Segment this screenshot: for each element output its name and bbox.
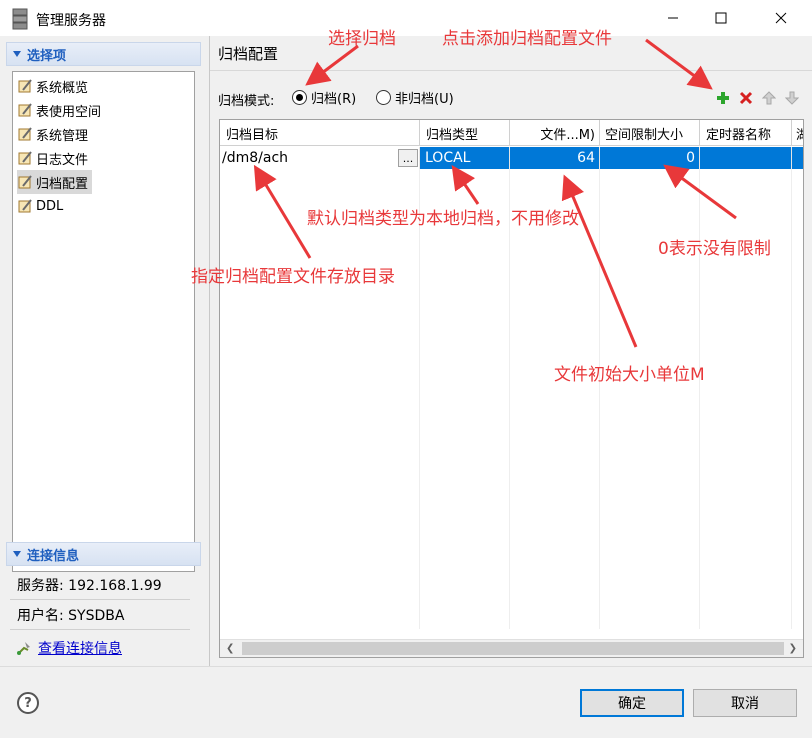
cell-file-size[interactable]: 64 [510,147,600,169]
options-section-header[interactable]: 选择项 [6,42,201,66]
minimize-icon [668,17,678,19]
page-title: 归档配置 [218,45,279,63]
cell-type[interactable]: LOCAL [420,147,510,169]
maximize-button[interactable] [698,0,744,36]
sidebar-item-overview[interactable]: 系统概览 [17,74,92,98]
user-info: 用户名: SYSDBA [10,600,190,630]
move-up-button[interactable] [760,89,778,107]
ok-button[interactable]: 确定 [580,689,684,717]
annotation-zero-no-limit: 0表示没有限制 [658,239,771,259]
cancel-button[interactable]: 取消 [693,689,797,717]
radio-unchecked-icon [376,90,391,105]
view-connection-link[interactable]: 查看连接信息 [38,638,122,658]
grid-line [599,169,600,629]
connection-icon [17,642,30,655]
options-list: 系统概览 表使用空间 系统管理 日志文件 归档配置 DDL [12,71,195,572]
sidebar-item-label: 归档配置 [36,176,89,192]
cell-timer[interactable] [700,147,792,169]
connection-section-header[interactable]: 连接信息 [6,542,201,566]
radio-archive[interactable]: 归档(R) [292,88,356,107]
dest-value: /dm8/ach [222,150,289,166]
collapse-triangle-icon [13,551,21,557]
browse-button[interactable]: ... [398,149,418,167]
edit-doc-icon [18,127,32,141]
arrow-down-icon [785,91,799,105]
column-header-extra[interactable]: 湖 [792,120,803,146]
grid-line [791,169,792,629]
title-bar: 管理服务器 [0,0,812,36]
sidebar-item-ddl[interactable]: DDL [17,194,67,218]
radio-checked-icon [292,90,307,105]
sidebar-item-log-files[interactable]: 日志文件 [17,146,92,170]
server-info: 服务器: 192.168.1.99 [10,570,190,600]
column-header-file-size[interactable]: 文件...M) [510,120,600,146]
edit-doc-icon [18,151,32,165]
collapse-triangle-icon [13,51,21,57]
maximize-icon [715,12,727,24]
scroll-thumb[interactable] [242,642,784,655]
column-header-type[interactable]: 归档类型 [420,120,510,146]
edit-doc-icon [18,199,32,213]
sidebar-item-archive-config[interactable]: 归档配置 [17,170,93,194]
dialog-footer: ? 确定 取消 [0,667,812,738]
delete-button[interactable] [737,89,755,107]
sidebar-item-label: 系统管理 [36,128,89,144]
column-header-timer[interactable]: 定时器名称 [700,120,792,146]
panel-divider [209,36,210,666]
add-button[interactable] [714,89,732,107]
cell-extra[interactable] [792,147,803,169]
annotation-dir-hint: 指定归档配置文件存放目录 [191,267,395,287]
sidebar-item-system-admin[interactable]: 系统管理 [17,122,92,146]
horizontal-scrollbar[interactable]: ❮ ❯ [220,639,803,657]
connection-header-label: 连接信息 [27,548,80,564]
cell-dest[interactable]: /dm8/ach ... [220,147,420,169]
cell-space-limit[interactable]: 0 [600,147,700,169]
close-icon [775,12,787,24]
minimize-button[interactable] [650,0,696,36]
move-down-button[interactable] [783,89,801,107]
title-divider [210,70,812,71]
grid-line [419,169,420,629]
sidebar-item-label: 系统概览 [36,80,89,96]
close-button[interactable] [758,0,804,36]
archive-mode-label: 归档模式: [218,94,275,109]
sidebar-item-label: 表使用空间 [36,104,102,120]
edit-doc-icon [18,103,32,117]
server-icon [12,8,28,30]
radio-no-archive[interactable]: 非归档(U) [376,88,454,107]
sidebar-item-table-space[interactable]: 表使用空间 [17,98,105,122]
options-header-label: 选择项 [27,48,67,64]
radio-archive-label: 归档(R) [311,92,357,107]
table-header: 归档目标 归档类型 文件...M) 空间限制大小 定时器名称 湖 [220,120,803,146]
dialog-body: 选择项 系统概览 表使用空间 系统管理 日志文件 归档配置 DDL 连接信息 服… [0,29,812,666]
annotation-size-unit: 文件初始大小单位M [554,365,705,385]
edit-doc-icon [18,175,32,189]
scroll-right-icon[interactable]: ❯ [789,643,797,654]
window-title: 管理服务器 [36,13,106,29]
radio-no-archive-label: 非归档(U) [395,92,454,107]
help-button[interactable]: ? [17,692,39,714]
sidebar-item-label: 日志文件 [36,152,89,168]
column-header-space-limit[interactable]: 空间限制大小 [600,120,700,146]
grid-line [509,169,510,629]
archive-table: 归档目标 归档类型 文件...M) 空间限制大小 定时器名称 湖 /dm8/ac… [219,119,804,658]
annotation-add-file: 点击添加归档配置文件 [442,29,612,49]
view-connection-link-row: 查看连接信息 [16,638,122,658]
x-icon [739,91,753,105]
table-row[interactable]: /dm8/ach ... LOCAL 64 0 [220,147,803,169]
plus-icon [717,92,729,104]
scroll-left-icon[interactable]: ❮ [226,643,234,654]
arrow-up-icon [762,91,776,105]
edit-doc-icon [18,79,32,93]
column-header-dest[interactable]: 归档目标 [220,120,420,146]
annotation-default-type: 默认归档类型为本地归档，不用修改 [307,209,579,229]
sidebar-item-label: DDL [36,198,64,214]
annotation-select-archive: 选择归档 [328,29,396,49]
